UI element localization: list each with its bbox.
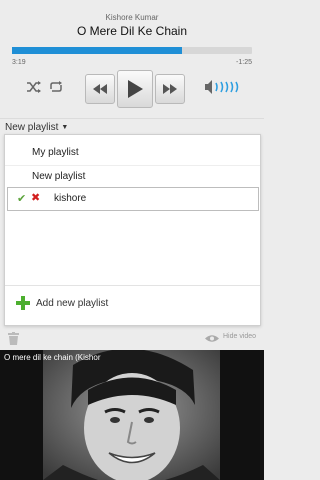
add-playlist-row[interactable]: Add new playlist — [5, 285, 260, 322]
progress-bar[interactable] — [12, 47, 252, 54]
elapsed-time: 3:19 — [12, 59, 26, 66]
confirm-check-icon[interactable]: ✔ — [17, 192, 26, 205]
playlist-item-new-playlist[interactable]: New playlist — [5, 165, 260, 188]
song-title: O Mere Dil Ke Chain — [76, 24, 188, 38]
playlist-dropdown-trigger[interactable]: New playlist ▼ — [5, 122, 68, 133]
progress-fill — [12, 47, 183, 54]
new-playlist-name-input[interactable] — [54, 190, 234, 206]
trash-icon[interactable] — [8, 332, 19, 345]
previous-icon — [93, 84, 107, 94]
playlist-select-label: New playlist — [5, 122, 59, 133]
play-icon — [128, 80, 143, 98]
artist-name: Kishore Kumar — [105, 13, 159, 22]
video-player[interactable]: O mere dil ke chain (Kishor — [0, 350, 264, 480]
next-button[interactable] — [155, 74, 185, 104]
repeat-icon[interactable] — [48, 80, 64, 94]
volume-icon[interactable] — [204, 79, 242, 95]
play-button[interactable] — [117, 70, 153, 108]
video-frame — [43, 350, 220, 480]
music-player-app: Kishore Kumar O Mere Dil Ke Chain 3:19 -… — [0, 0, 264, 480]
playlist-item-my-playlist[interactable]: My playlist — [5, 142, 260, 164]
eye-icon — [205, 335, 219, 342]
shuffle-icon[interactable] — [26, 80, 42, 94]
new-playlist-row: ✔ ✖ — [7, 187, 259, 211]
section-divider — [0, 118, 264, 119]
next-icon — [163, 84, 177, 94]
video-title: O mere dil ke chain (Kishor — [4, 353, 101, 362]
add-playlist-label: Add new playlist — [36, 298, 109, 309]
playlist-item-label: New playlist — [32, 171, 86, 182]
playlist-dropdown-menu: My playlist New playlist ✔ ✖ Add new pla… — [4, 134, 261, 326]
previous-button[interactable] — [85, 74, 115, 104]
hide-video-button[interactable]: Hide video — [223, 333, 256, 340]
chevron-down-icon: ▼ — [61, 124, 69, 131]
plus-icon — [16, 296, 30, 310]
cancel-cross-icon[interactable]: ✖ — [31, 191, 40, 204]
playlist-item-label: My playlist — [32, 147, 79, 158]
remaining-time: -1:25 — [236, 59, 252, 66]
